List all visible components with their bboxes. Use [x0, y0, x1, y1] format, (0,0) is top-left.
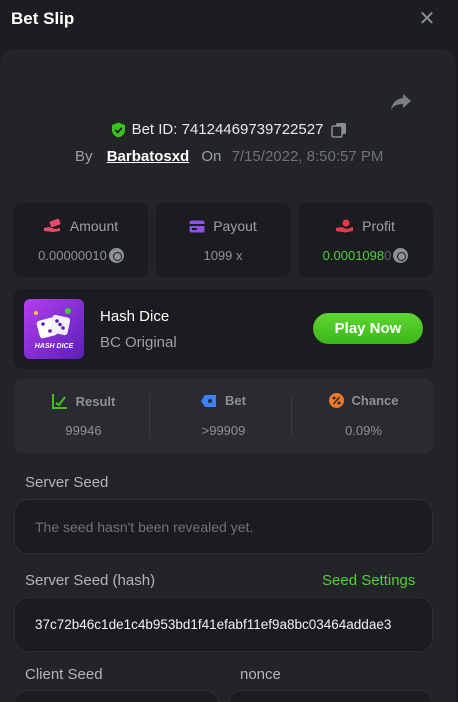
- client-seed-label: Client Seed: [25, 666, 103, 683]
- hand-coin-icon: [336, 219, 354, 233]
- amount-value: 0.00000010: [38, 248, 107, 263]
- server-seed-hash-label: Server Seed (hash): [25, 572, 156, 589]
- result-column: Result 99946: [14, 379, 153, 453]
- play-now-button[interactable]: Play Now: [313, 313, 423, 344]
- currency-coin-icon: [108, 248, 124, 263]
- game-subtitle: BC Original: [100, 334, 177, 351]
- money-hand-icon: [43, 219, 61, 232]
- page-title: Bet Slip: [11, 9, 75, 28]
- game-name: Hash Dice: [100, 308, 170, 325]
- bet-label: Bet: [225, 393, 246, 408]
- payout-value: 1099 x: [203, 248, 243, 263]
- profit-value-trailing: 0: [384, 248, 392, 263]
- shield-check-icon: [111, 122, 125, 137]
- amount-label: Amount: [69, 218, 119, 234]
- chart-check-icon: [51, 394, 67, 409]
- server-seed-label: Server Seed: [25, 474, 109, 491]
- thumbnail-caption: HASH DICE: [34, 343, 74, 350]
- server-seed-hash-field[interactable]: 37c72b46c1de1c4b953bd1f41efabf11ef9a8bc0…: [14, 597, 433, 652]
- hash-dice-thumbnail[interactable]: HASH DICE: [24, 299, 84, 359]
- result-label: Result: [75, 393, 116, 409]
- ticket-icon: [201, 394, 217, 407]
- client-seed-field[interactable]: [14, 690, 219, 702]
- percent-icon: [328, 393, 344, 408]
- server-seed-hash-value: 37c72b46c1de1c4b953bd1f41efabf11ef9a8bc0…: [35, 617, 392, 632]
- share-icon[interactable]: [390, 92, 412, 112]
- amount-card: Amount 0.00000010: [14, 203, 148, 277]
- chance-label: Chance: [351, 393, 399, 408]
- payout-card: Payout 1099 x: [156, 203, 290, 277]
- result-value: 99946: [65, 423, 102, 438]
- nonce-field[interactable]: [228, 690, 433, 702]
- bet-value: >99909: [201, 423, 246, 438]
- profit-label: Profit: [362, 218, 395, 234]
- bet-id: Bet ID: 74124469739722527: [131, 121, 324, 138]
- seed-settings-link[interactable]: Seed Settings: [322, 572, 415, 589]
- bet-id-row: Bet ID: 74124469739722527: [0, 121, 458, 141]
- game-card: HASH DICE Hash Dice BC Original Play Now: [14, 289, 433, 369]
- bet-byline: By Barbatosxd On 7/15/2022, 8:50:57 PM: [75, 148, 383, 165]
- chance-value: 0.09%: [345, 423, 382, 438]
- divider: [149, 395, 150, 437]
- nonce-label: nonce: [240, 666, 281, 683]
- bet-column: Bet >99909: [154, 379, 293, 453]
- currency-coin-icon: [393, 248, 409, 263]
- by-label: By: [75, 148, 93, 165]
- card-icon: [189, 220, 205, 232]
- chance-column: Chance 0.09%: [294, 379, 433, 453]
- copy-icon[interactable]: [331, 122, 347, 138]
- result-card: Result 99946 Bet >99909 Chance 0.09%: [14, 379, 433, 453]
- divider: [291, 395, 292, 437]
- payout-label: Payout: [213, 218, 257, 234]
- profit-card: Profit 0.00010980: [298, 203, 433, 277]
- on-label: On: [201, 148, 222, 165]
- server-seed-value: The seed hasn't been revealed yet.: [35, 519, 254, 535]
- profit-value: 0.0001098: [322, 248, 385, 263]
- close-icon[interactable]: ✕: [417, 9, 437, 29]
- username-link[interactable]: Barbatosxd: [107, 148, 190, 165]
- bet-date: 7/15/2022, 8:50:57 PM: [231, 148, 384, 165]
- header: Bet Slip ✕: [0, 0, 458, 40]
- server-seed-field[interactable]: The seed hasn't been revealed yet.: [14, 499, 433, 554]
